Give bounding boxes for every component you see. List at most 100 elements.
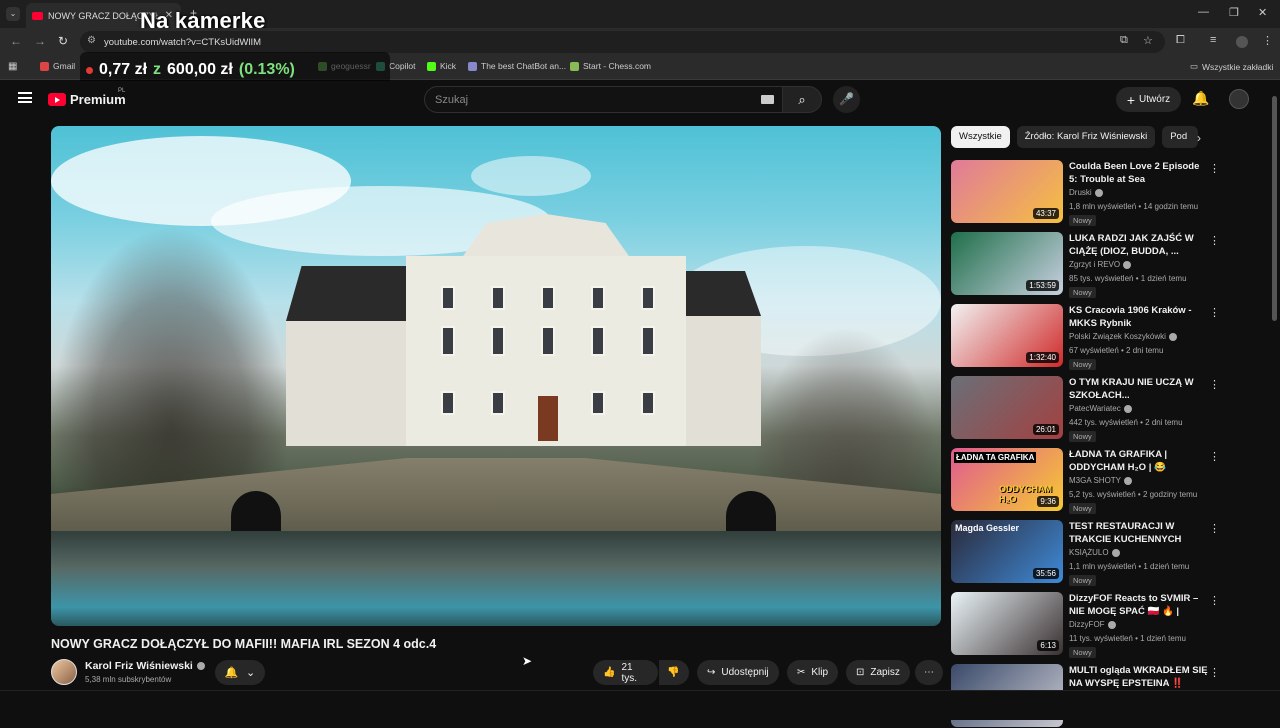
account-avatar[interactable] [1229,89,1249,109]
reload-icon[interactable]: ↻ [58,34,68,48]
bookmark-kick[interactable]: Kick [427,61,456,71]
chip-source-channel[interactable]: Źródło: Karol Friz Wiśniewski [1016,126,1156,148]
window [591,391,605,415]
channel-name-text: Karol Friz Wiśniewski [85,660,193,672]
address-bar[interactable]: ⚙ youtube.com/watch?v=CTKsUidWlIM [80,31,1165,53]
save-button[interactable]: ⊡ Zapisz [846,660,910,685]
maximize-icon[interactable]: ❐ [1229,6,1239,19]
apps-grid-icon[interactable]: ▦ [8,61,17,72]
folder-icon: ▭ [1190,61,1199,71]
window [491,326,505,356]
extensions-icon[interactable]: ⧠ [1176,34,1185,47]
bookmark-chess[interactable]: Start - Chess.com [570,61,651,71]
more-vertical-icon[interactable]: ⋮ [1209,450,1220,463]
profile-avatar-icon[interactable] [1236,36,1248,48]
chevron-right-icon[interactable]: › [1197,131,1201,145]
video-thumbnail[interactable]: ŁADNA TA GRAFIKA ODDYCHAM H₂O 9:36 [951,448,1063,511]
cast-icon[interactable]: ⧉ [1120,34,1128,47]
bookmark-star-icon[interactable]: ☆ [1143,34,1153,47]
site-info-icon[interactable]: ⚙ [87,35,96,46]
recommendation-channel[interactable]: Zgrzyt i REVO [1069,260,1132,269]
video-thumbnail[interactable]: 43:37 [951,160,1063,223]
browser-menu-icon[interactable]: ⋮ [1262,34,1273,47]
recommendation-channel[interactable]: DizzyFOF [1069,620,1116,629]
recommendation-item[interactable]: 1:32:40 KS Cracovia 1906 Kraków - MKKS R… [951,304,1251,370]
recommendation-title[interactable]: KS Cracovia 1906 Kraków - MKKS Rybnik [1069,304,1209,330]
window [541,286,555,310]
recommendation-item[interactable]: 1:53:59 LUKA RADZI JAK ZAJŚĆ W CIĄŻĘ (DI… [951,232,1251,298]
mouse-cursor-icon: ➤ [522,654,533,668]
chip-related[interactable]: Pod [1162,126,1199,148]
recommendation-title[interactable]: Coulda Been Love 2 Episode 5: Trouble at… [1069,160,1209,186]
video-thumbnail[interactable]: 6:13 [951,592,1063,655]
subscription-bell-button[interactable]: 🔔 ⌄ [215,660,265,685]
search-input[interactable]: Szukaj [424,86,782,113]
video-thumbnail[interactable]: 1:32:40 [951,304,1063,367]
channel-name[interactable]: Karol Friz Wiśniewski [85,660,205,672]
recommendation-title[interactable]: ŁADNA TA GRAFIKA | ODDYCHAM H₂O | 😂 POLS… [1069,448,1209,474]
recommendation-item[interactable]: 43:37 Coulda Been Love 2 Episode 5: Trou… [951,160,1251,226]
window [641,326,655,356]
dislike-button[interactable]: 👎 [659,660,689,685]
recommendation-channel[interactable]: KSIĄŻULO [1069,548,1120,557]
chip-all[interactable]: Wszystkie [951,126,1010,148]
recommendation-title[interactable]: DizzyFOF Reacts to SVMIR – NIE MOGĘ SPAĆ… [1069,592,1209,618]
close-window-icon[interactable]: ✕ [1258,6,1267,19]
more-vertical-icon[interactable]: ⋮ [1209,594,1220,607]
video-thumbnail[interactable]: 26:01 [951,376,1063,439]
channel-avatar[interactable] [51,659,77,685]
search-button[interactable]: ⌕ [782,86,822,113]
more-vertical-icon[interactable]: ⋮ [1209,522,1220,535]
more-vertical-icon[interactable]: ⋮ [1209,378,1220,391]
recommendation-item[interactable]: ŁADNA TA GRAFIKA ODDYCHAM H₂O 9:36 ŁADNA … [951,448,1251,514]
more-actions-button[interactable]: ⋯ [915,660,943,685]
video-thumbnail[interactable]: 1:53:59 [951,232,1063,295]
youtube-play-icon [48,93,66,106]
video-thumbnail[interactable]: Magda Gessler 35:56 [951,520,1063,583]
media-icon[interactable]: ≡ [1210,34,1216,46]
video-player[interactable] [51,126,941,626]
minimize-icon[interactable]: — [1198,6,1209,18]
forward-icon[interactable]: → [34,34,46,48]
recommendation-channel[interactable]: Polski Związek Koszykówki [1069,332,1177,341]
recommendation-channel-text: Zgrzyt i REVO [1069,260,1121,269]
recommendation-title[interactable]: TEST RESTAURACJI W TRAKCIE KUCHENNYCH RE… [1069,520,1209,546]
bookmark-chatbot[interactable]: The best ChatBot an... [468,61,566,71]
tab-search-icon[interactable]: ⌄ [6,7,20,21]
more-vertical-icon[interactable]: ⋮ [1209,306,1220,319]
share-icon: ↪ [707,667,716,678]
recommendation-title[interactable]: O TYM KRAJU NIE UCZĄ W SZKOŁACH... [1069,376,1209,402]
more-vertical-icon[interactable]: ⋮ [1209,234,1220,247]
recommendation-item[interactable]: 6:13 DizzyFOF Reacts to SVMIR – NIE MOGĘ… [951,592,1251,658]
share-button[interactable]: ↪ Udostępnij [697,660,779,685]
like-button[interactable]: 👍 21 tys. [593,660,658,685]
clip-button[interactable]: ✂ Klip [787,660,839,685]
recommendation-channel-text: M3GA SHOTY [1069,476,1122,485]
recommendation-title[interactable]: LUKA RADZI JAK ZAJŚĆ W CIĄŻĘ (DIOZ, BUDD… [1069,232,1209,258]
bookmark-gmail[interactable]: Gmail [40,61,75,71]
new-badge: Nowy [1069,575,1096,586]
more-vertical-icon[interactable]: ⋮ [1209,162,1220,175]
recommendation-channel[interactable]: PatecWariatec [1069,404,1132,413]
subscriber-count: 5,38 mln subskrybentów [85,675,172,684]
hamburger-menu-icon[interactable] [18,92,32,103]
more-vertical-icon[interactable]: ⋮ [1209,666,1220,679]
chevron-down-icon: ⌄ [246,667,256,679]
recommendation-item[interactable]: 26:01 O TYM KRAJU NIE UCZĄ W SZKOŁACH...… [951,376,1251,442]
notifications-bell-icon[interactable]: 🔔 [1192,90,1209,107]
taskbar-strip [0,690,1280,720]
scrollbar-thumb[interactable] [1272,96,1277,321]
recommendation-meta: 5,2 tys. wyświetleń • 2 godziny temu [1069,490,1198,499]
recommendation-channel[interactable]: M3GA SHOTY [1069,476,1133,485]
recommendation-meta: 1,1 mln wyświetleń • 1 dzień temu [1069,562,1190,571]
create-button[interactable]: + Utwórz [1116,87,1181,112]
youtube-logo[interactable]: Premium PL [48,88,126,107]
voice-search-button[interactable]: 🎤 [833,86,860,113]
all-bookmarks[interactable]: ▭ Wszystkie zakładki [1190,61,1273,72]
keyboard-icon[interactable] [761,95,774,104]
recommendation-item[interactable]: Magda Gessler 35:56 TEST RESTAURACJI W T… [951,520,1251,586]
recommendation-channel[interactable]: Druski [1069,188,1103,197]
logo-country: PL [118,88,126,94]
back-icon[interactable]: ← [10,34,22,48]
recommendation-title[interactable]: MULTI ogląda WKRADŁEM SIĘ NA WYSPĘ EPSTE… [1069,664,1209,690]
